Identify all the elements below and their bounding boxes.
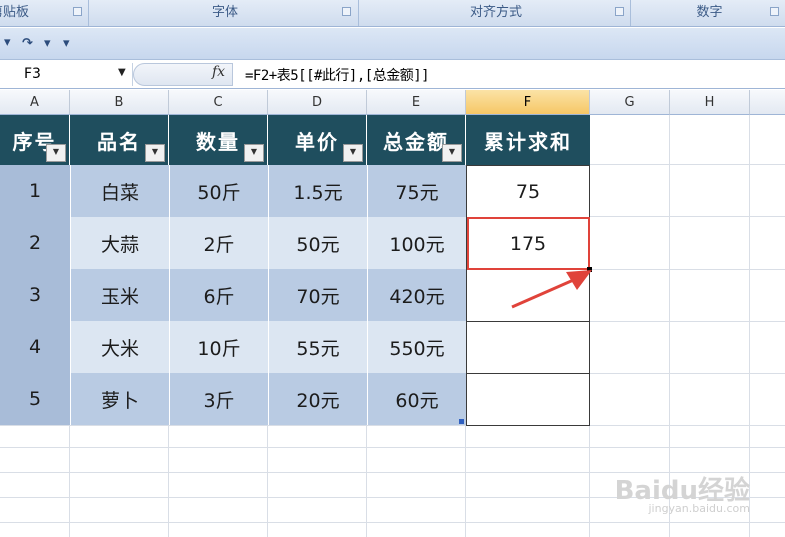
table-cell[interactable]: [466, 321, 590, 374]
table-cell[interactable]: 2斤: [169, 217, 268, 269]
table-cell[interactable]: 大蒜: [70, 217, 169, 269]
table-header-cell[interactable]: 品名 ▼: [70, 115, 169, 165]
filter-dropdown-icon[interactable]: ▼: [343, 144, 363, 162]
table-cell[interactable]: 75: [466, 165, 590, 218]
header-label: 数量: [196, 129, 240, 154]
table-cell[interactable]: 60元: [367, 373, 466, 425]
column-header-e[interactable]: E: [367, 90, 466, 115]
column-header-c[interactable]: C: [169, 90, 268, 115]
column-header-h[interactable]: H: [670, 90, 750, 115]
table-cell[interactable]: [466, 373, 590, 426]
ribbon-group-label: 字体: [211, 5, 238, 20]
filter-dropdown-icon[interactable]: ▼: [46, 144, 66, 162]
customize-toolbar-icon[interactable]: ▾: [63, 36, 70, 51]
filter-dropdown-icon[interactable]: ▼: [244, 144, 264, 162]
dialog-launcher-icon[interactable]: [770, 7, 779, 16]
column-header-a[interactable]: A: [0, 90, 70, 115]
table-cell[interactable]: 50元: [268, 217, 367, 269]
quick-access-toolbar: ▾ ↷ ▾ ▾: [0, 28, 785, 60]
table-cell[interactable]: 5: [0, 373, 70, 425]
ribbon-group-bar: 剪贴板 字体 对齐方式 数字: [0, 0, 785, 27]
table-cell[interactable]: 白菜: [70, 165, 169, 217]
table-resize-handle[interactable]: [459, 419, 464, 424]
redo-dropdown-icon[interactable]: ▾: [44, 36, 51, 51]
annotation-arrow-icon: [511, 270, 592, 309]
redo-icon[interactable]: ↷: [22, 36, 33, 51]
ribbon-group-label: 剪贴板: [0, 5, 30, 20]
table-cell[interactable]: 50斤: [169, 165, 268, 217]
undo-dropdown-icon[interactable]: ▾: [4, 35, 11, 50]
table-header-cell[interactable]: 单价 ▼: [268, 115, 367, 165]
ribbon-group-alignment[interactable]: 对齐方式: [362, 0, 631, 26]
table-cell[interactable]: 2: [0, 217, 70, 269]
table-header-cell[interactable]: 总金额 ▼: [367, 115, 466, 165]
table-header-cell[interactable]: 数量 ▼: [169, 115, 268, 165]
watermark-url: jingyan.baidu.com: [648, 502, 750, 515]
insert-function-icon[interactable]: fx: [212, 64, 225, 80]
table-cell[interactable]: 6斤: [169, 269, 268, 321]
table-cell[interactable]: 55元: [268, 321, 367, 373]
table-cell[interactable]: 3斤: [169, 373, 268, 425]
filter-dropdown-icon[interactable]: ▼: [442, 144, 462, 162]
header-label: 单价: [295, 129, 339, 154]
ribbon-group-label: 对齐方式: [469, 5, 522, 20]
dialog-launcher-icon[interactable]: [73, 7, 82, 16]
ribbon-group-font[interactable]: 字体: [92, 0, 359, 26]
column-header-d[interactable]: D: [268, 90, 367, 115]
table-cell[interactable]: 10斤: [169, 321, 268, 373]
table-cell[interactable]: 100元: [367, 217, 466, 269]
dialog-launcher-icon[interactable]: [342, 7, 351, 16]
table-cell[interactable]: 1.5元: [268, 165, 367, 217]
table-cell[interactable]: 1: [0, 165, 70, 217]
formula-input[interactable]: =F2+表5[[#此行],[总金额]]: [245, 65, 430, 85]
table-header-cell[interactable]: 序号 ▼: [0, 115, 70, 165]
name-box[interactable]: F3: [0, 63, 133, 86]
column-header-b[interactable]: B: [70, 90, 169, 115]
table-cell[interactable]: 20元: [268, 373, 367, 425]
table-cell[interactable]: 550元: [367, 321, 466, 373]
table-cell[interactable]: 萝卜: [70, 373, 169, 425]
table-cell[interactable]: 420元: [367, 269, 466, 321]
table-cell[interactable]: 70元: [268, 269, 367, 321]
ribbon-group-number[interactable]: 数字: [634, 0, 785, 26]
column-header-f[interactable]: F: [466, 90, 590, 115]
ribbon-group-label: 数字: [696, 5, 723, 20]
table-header-cell[interactable]: 累计求和: [466, 115, 590, 165]
ribbon-group-clipboard[interactable]: 剪贴板: [0, 0, 89, 26]
column-header-g[interactable]: G: [590, 90, 670, 115]
name-box-dropdown-icon[interactable]: ▼: [118, 67, 126, 78]
table-cell[interactable]: 4: [0, 321, 70, 373]
header-label: 累计求和: [484, 129, 572, 154]
table-cell[interactable]: 75元: [367, 165, 466, 217]
filter-dropdown-icon[interactable]: ▼: [145, 144, 165, 162]
table-cell[interactable]: 玉米: [70, 269, 169, 321]
header-label: 品名: [97, 129, 141, 154]
table-cell[interactable]: 大米: [70, 321, 169, 373]
formula-bar: F3 ▼ fx =F2+表5[[#此行],[总金额]]: [0, 61, 785, 89]
table-cell[interactable]: 3: [0, 269, 70, 321]
header-label: 总金额: [383, 129, 449, 154]
dialog-launcher-icon[interactable]: [615, 7, 624, 16]
column-header-i[interactable]: [750, 90, 785, 115]
